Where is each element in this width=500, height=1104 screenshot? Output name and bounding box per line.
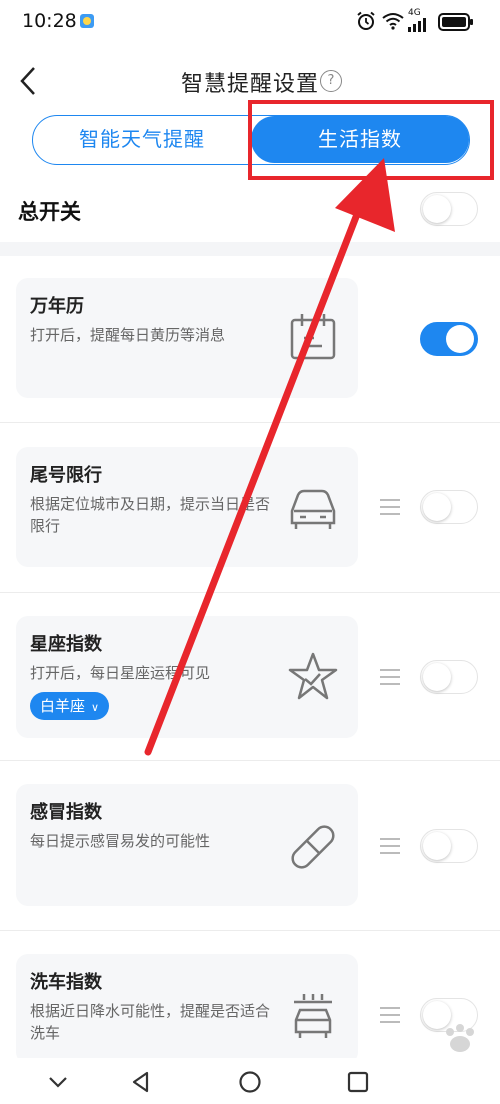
card-title: 洗车指数 <box>30 972 102 993</box>
master-switch-label: 总开关 <box>18 200 81 224</box>
status-icons: 4G <box>356 8 486 34</box>
card-description: 每日提示感冒易发的可能性 <box>30 832 211 850</box>
section-separator <box>0 242 500 256</box>
weather-app-icon <box>80 14 94 28</box>
cold-index-toggle[interactable] <box>420 829 478 863</box>
recents-square-icon[interactable] <box>346 1070 370 1094</box>
plate-restriction-toggle[interactable] <box>420 490 478 524</box>
card-title: 万年历 <box>30 296 84 317</box>
card-description: 根据定位城市及日期，提示当日是否限行 <box>30 495 271 535</box>
drag-handle-icon[interactable] <box>380 669 400 685</box>
almanac-toggle[interactable] <box>420 322 478 356</box>
horoscope-toggle[interactable] <box>420 660 478 694</box>
annotation-highlight-box <box>248 100 494 180</box>
drag-handle-icon[interactable] <box>380 499 400 515</box>
car-icon <box>290 489 336 529</box>
pill-icon <box>291 825 335 869</box>
card-title: 尾号限行 <box>30 465 102 486</box>
page-title: 智慧提醒设置 <box>180 72 319 97</box>
divider <box>0 592 500 593</box>
card-description: 根据近日降水可能性，提醒是否适合洗车 <box>30 1002 271 1042</box>
card-cold-index: 感冒指数 每日提示感冒易发的可能性 <box>16 784 358 906</box>
card-description: 打开后，提醒每日黄历等消息 <box>30 326 226 344</box>
status-time: 10:28 <box>22 10 77 32</box>
drag-handle-icon[interactable] <box>380 838 400 854</box>
home-circle-icon[interactable] <box>238 1070 262 1094</box>
divider <box>0 422 500 423</box>
calendar-icon <box>290 314 336 360</box>
card-plate-restriction: 尾号限行 根据定位城市及日期，提示当日是否限行 <box>16 447 358 567</box>
star-icon <box>288 652 338 700</box>
tab-weather-reminder[interactable]: 智能天气提醒 <box>33 116 251 163</box>
signal-icon <box>408 18 426 32</box>
card-title: 星座指数 <box>30 634 102 655</box>
zodiac-select[interactable]: 白羊座 ∨ <box>30 692 110 720</box>
back-triangle-icon[interactable] <box>129 1070 153 1094</box>
card-horoscope: 星座指数 打开后，每日星座运程可见 白羊座 ∨ <box>16 616 358 738</box>
alarm-icon <box>357 11 375 30</box>
status-bar: 10:28 4G <box>0 0 500 44</box>
card-car-wash: 洗车指数 根据近日降水可能性，提醒是否适合洗车 <box>16 954 358 1064</box>
chevron-down-icon: ∨ <box>91 701 100 714</box>
help-icon[interactable]: ? <box>320 70 342 92</box>
divider <box>0 930 500 931</box>
car-wash-icon <box>294 994 332 1038</box>
hide-keyboard-chevron-icon[interactable] <box>46 1070 70 1094</box>
master-switch-row: 总开关 <box>0 180 500 242</box>
master-switch-toggle[interactable] <box>420 192 478 226</box>
wifi-icon <box>382 13 404 30</box>
watermark-logo <box>446 1024 474 1052</box>
zodiac-selected-value: 白羊座 <box>40 697 86 715</box>
card-almanac: 万年历 打开后，提醒每日黄历等消息 <box>16 278 358 398</box>
battery-icon <box>438 13 473 31</box>
card-description: 打开后，每日星座运程可见 <box>30 664 211 682</box>
divider <box>0 760 500 761</box>
card-title: 感冒指数 <box>30 802 102 823</box>
